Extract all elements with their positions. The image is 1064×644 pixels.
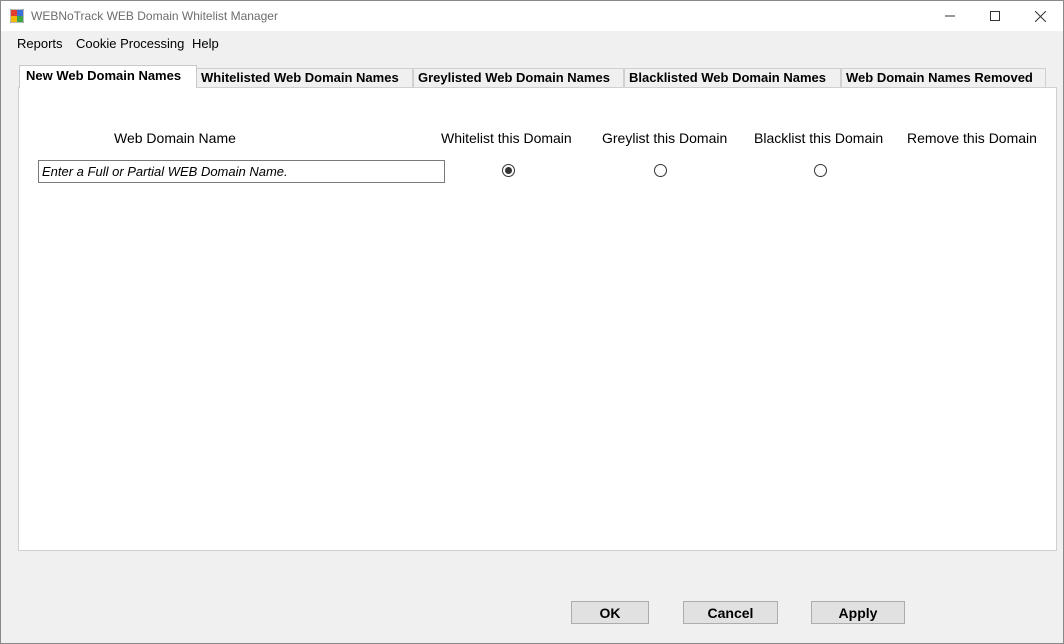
- tab-new-web-domain-names[interactable]: New Web Domain Names: [19, 65, 197, 88]
- menu-bar: Reports Cookie Processing Help: [1, 32, 1063, 56]
- maximize-icon: [990, 11, 1000, 21]
- window-title: WEBNoTrack WEB Domain Whitelist Manager: [31, 9, 278, 23]
- greylist-radio[interactable]: [654, 164, 667, 177]
- title-bar[interactable]: WEBNoTrack WEB Domain Whitelist Manager: [1, 1, 1063, 31]
- tab-whitelisted-web-domain-names[interactable]: Whitelisted Web Domain Names: [196, 68, 413, 87]
- header-greylist: Greylist this Domain: [602, 130, 728, 146]
- apply-button[interactable]: Apply: [811, 601, 905, 624]
- domain-name-input[interactable]: [38, 160, 445, 183]
- menu-reports[interactable]: Reports: [17, 36, 63, 51]
- app-icon: [10, 9, 24, 23]
- blacklist-radio[interactable]: [814, 164, 827, 177]
- app-window: WEBNoTrack WEB Domain Whitelist Manager …: [0, 0, 1064, 644]
- menu-help[interactable]: Help: [192, 36, 219, 51]
- header-web-domain-name: Web Domain Name: [114, 130, 236, 146]
- tab-panel-new-domains: Web Domain Name Whitelist this Domain Gr…: [18, 87, 1057, 551]
- tab-web-domain-names-removed[interactable]: Web Domain Names Removed: [841, 68, 1046, 87]
- header-remove: Remove this Domain: [907, 130, 1037, 146]
- header-whitelist: Whitelist this Domain: [441, 130, 572, 146]
- radio-selected-dot: [505, 167, 512, 174]
- cancel-button[interactable]: Cancel: [683, 601, 778, 624]
- tab-blacklisted-web-domain-names[interactable]: Blacklisted Web Domain Names: [624, 68, 841, 87]
- close-icon: [1034, 10, 1046, 22]
- menu-cookie-processing[interactable]: Cookie Processing: [76, 36, 184, 51]
- minimize-icon: [945, 15, 955, 17]
- header-blacklist: Blacklist this Domain: [754, 130, 884, 146]
- maximize-button[interactable]: [972, 1, 1018, 31]
- tab-greylisted-web-domain-names[interactable]: Greylisted Web Domain Names: [413, 68, 624, 87]
- close-button[interactable]: [1017, 1, 1063, 31]
- ok-button[interactable]: OK: [571, 601, 649, 624]
- minimize-button[interactable]: [927, 1, 973, 31]
- whitelist-radio[interactable]: [502, 164, 515, 177]
